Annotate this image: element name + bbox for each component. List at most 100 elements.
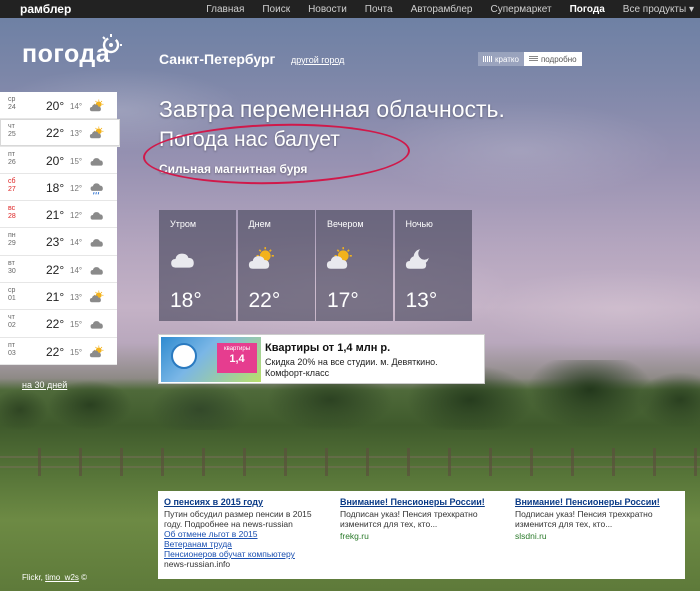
nav-all-products[interactable]: Все продукты ▾ [623, 4, 694, 15]
ad-line-2: Комфорт-класс [265, 368, 330, 378]
news-title[interactable]: Внимание! Пенсионеры России! [515, 497, 675, 507]
cloud-icon [89, 235, 105, 249]
sun-cloud-icon [326, 246, 354, 272]
day-date: 28 [8, 213, 16, 221]
day-weekday: ср 01 [8, 287, 28, 303]
nav-weather[interactable]: Погода [570, 4, 605, 15]
night-temp: 15° [70, 347, 83, 357]
ad-promo: квартиры 1,4 [217, 343, 257, 373]
news-body: Подписан указ! Пенсия трехкратно изменит… [340, 509, 478, 529]
day-row[interactable]: пн 29 23° 14° [0, 228, 117, 256]
day-row[interactable]: сб 27 18° 12° [0, 174, 117, 202]
nav-news[interactable]: Новости [308, 4, 347, 15]
news-title[interactable]: О пенсиях в 2015 году [164, 497, 324, 507]
nav-auto[interactable]: Авторамблер [411, 4, 473, 15]
night-temp: 15° [70, 320, 83, 330]
day-row[interactable]: ср 24 20° 14° [0, 92, 117, 120]
day-part-card[interactable]: Ночью 13° [394, 210, 472, 321]
view-detailed-button[interactable]: подробно [523, 52, 582, 66]
photo-credit: Flickr, timo_w2s © [22, 573, 87, 582]
ad-banner[interactable]: квартиры 1,4 Квартиры от 1,4 млн р. Скид… [158, 334, 485, 384]
moon-cloud-icon [405, 246, 433, 272]
nav-main[interactable]: Главная [206, 4, 244, 15]
day-parts: Утром 18° Днем 22° Вечером 17° Ночью 13° [159, 210, 473, 321]
weather-logo[interactable]: погода [22, 40, 110, 69]
news-source[interactable]: news-russian.info [164, 559, 324, 569]
day-part-card[interactable]: Утром 18° [159, 210, 236, 321]
weather-logo-icon [102, 34, 122, 54]
day-date: 30 [8, 267, 16, 275]
day-weekday: ср 24 [8, 96, 28, 112]
nav-mail[interactable]: Почта [365, 4, 393, 15]
nav-market[interactable]: Супермаркет [491, 4, 552, 15]
day-date: 27 [8, 185, 16, 193]
day-part-temp: 13° [405, 289, 438, 312]
ad-promo-top: квартиры [223, 346, 251, 352]
news-body: Подписан указ! Пенсия трехкратно изменит… [515, 509, 653, 529]
news-source[interactable]: frekg.ru [340, 531, 498, 541]
cloud-icon [89, 208, 105, 222]
day-part-label: Днем [248, 219, 271, 229]
day-date: 25 [8, 131, 16, 139]
ad-text: Скидка 20% на все студии. м. Девяткино. … [265, 357, 480, 379]
day-weekday: пт 03 [8, 342, 28, 358]
day-temp: 22° [46, 126, 65, 141]
day-row[interactable]: ср 01 21° 13° [0, 283, 117, 311]
day-temp: 22° [46, 344, 65, 359]
ad-line-1: Скидка 20% на все студии. м. Девяткино. [265, 357, 438, 367]
cloud-icon [89, 317, 105, 331]
view-toggle: кратко подробно [478, 52, 582, 66]
news-source[interactable]: slsdni.ru [515, 531, 675, 541]
day-part-temp: 17° [327, 289, 359, 312]
ad-title[interactable]: Квартиры от 1,4 млн р. [265, 342, 390, 354]
credit-author-link[interactable]: timo_w2s [45, 573, 79, 582]
night-temp: 12° [70, 211, 83, 221]
day-row[interactable]: вт 30 22° 14° [0, 256, 117, 284]
rows-icon [528, 56, 538, 62]
day-dow: ср [8, 96, 16, 103]
news-link[interactable]: Ветеранам труда [164, 539, 324, 549]
other-city-link[interactable]: другой город [291, 55, 344, 65]
day-part-temp: 18° [170, 289, 202, 312]
day-dow: вс [8, 205, 16, 213]
city-name: Санкт-Петербург [159, 51, 276, 67]
day-date: 24 [8, 104, 16, 111]
sun-cloud-icon [89, 345, 105, 359]
day-part-card[interactable]: Вечером 17° [316, 210, 393, 321]
cloud-icon [89, 263, 105, 277]
day-row[interactable]: пт 03 22° 15° [0, 338, 117, 365]
news-link[interactable]: Об отмене льгот в 2015 [164, 529, 324, 539]
view-brief-button[interactable]: кратко [478, 52, 524, 66]
cloud-icon [89, 154, 105, 168]
day-row[interactable]: вс 28 21° 12° [0, 201, 117, 229]
day-weekday: вс 28 [8, 205, 28, 221]
day-temp: 22° [46, 262, 65, 277]
day-part-card[interactable]: Днем 22° [237, 210, 315, 321]
news-link[interactable]: Пенсионеров обучат компьютеру [164, 549, 324, 559]
thirty-days-link[interactable]: на 30 дней [22, 380, 67, 390]
forecast-headline: Завтра переменная облачность. [159, 96, 505, 122]
brand-logo[interactable]: рамблер [20, 2, 71, 16]
news-body: Путин обсудил размер пенсии в 2015 году.… [164, 509, 312, 529]
news-column-1: О пенсиях в 2015 году Путин обсудил разм… [164, 497, 324, 569]
day-part-label: Ночью [405, 219, 433, 229]
rain-cloud-icon [89, 181, 105, 195]
day-dow: чт [8, 314, 15, 322]
day-row[interactable]: чт 25 22° 13° [0, 119, 120, 147]
sun-cloud-icon [89, 126, 105, 140]
credit-prefix: Flickr, [22, 573, 46, 582]
day-row[interactable]: чт 02 22° 15° [0, 310, 117, 338]
news-title[interactable]: Внимание! Пенсионеры России! [340, 497, 498, 507]
cloud-icon [169, 246, 197, 272]
night-temp: 12° [70, 183, 83, 193]
sun-cloud-icon [89, 290, 105, 304]
ad-image: квартиры 1,4 [161, 337, 261, 382]
night-temp: 13° [70, 129, 83, 139]
day-dow: пн [8, 232, 16, 240]
day-weekday: чт 02 [8, 314, 28, 330]
day-temp: 21° [46, 290, 65, 305]
night-temp: 15° [70, 156, 83, 166]
view-brief-label: кратко [495, 54, 519, 64]
day-row[interactable]: пт 26 20° 15° [0, 147, 117, 174]
nav-search[interactable]: Поиск [262, 4, 290, 15]
